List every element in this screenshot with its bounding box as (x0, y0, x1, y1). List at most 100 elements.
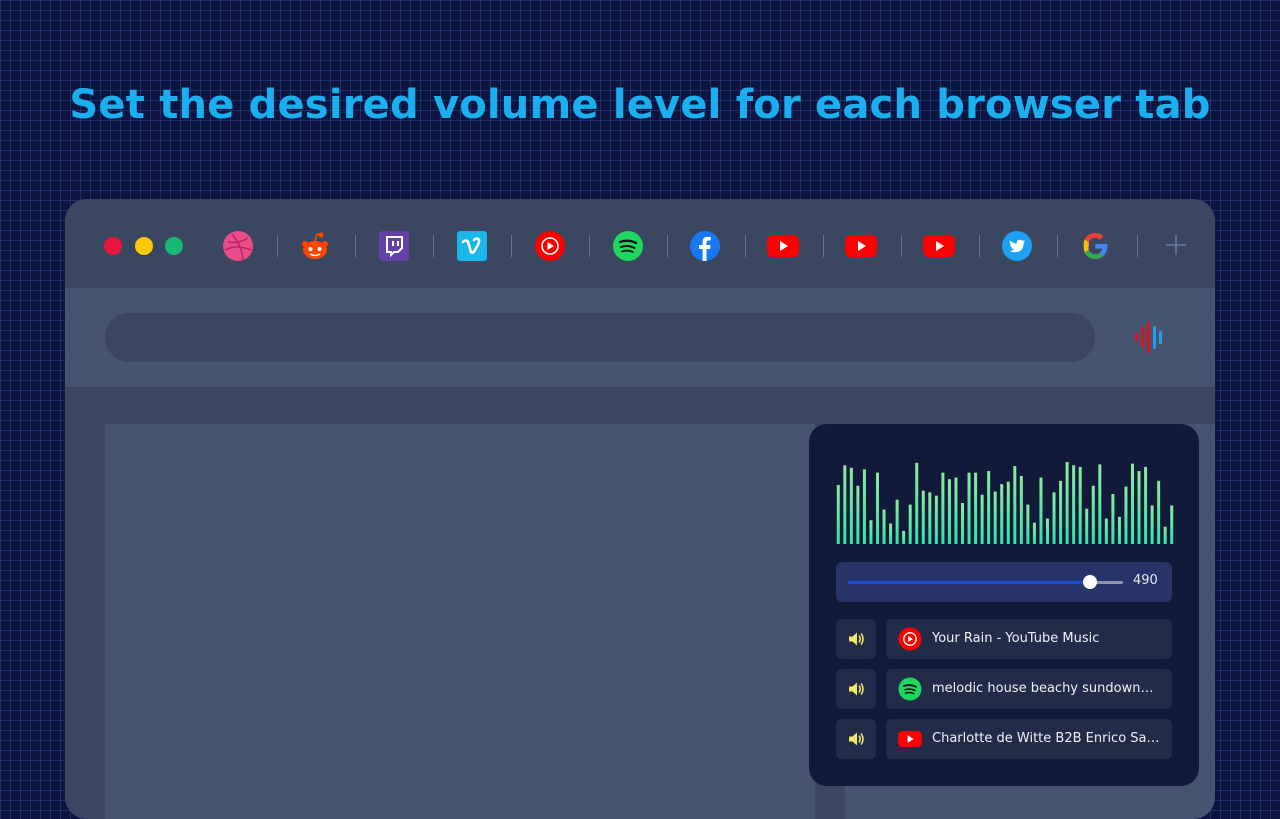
tab-separator (745, 235, 746, 257)
audible-tab-item[interactable]: Your Rain - YouTube Music (886, 619, 1172, 659)
audible-tab-row: melodic house beachy sundowner mi… (836, 669, 1172, 709)
tab-youtube-music[interactable] (534, 230, 566, 262)
visualizer-bar (1157, 480, 1161, 544)
volume-value: 490 (1133, 573, 1158, 588)
visualizer-bar (856, 485, 860, 544)
visualizer-bar (1111, 493, 1115, 544)
tab-youtube[interactable] (845, 230, 877, 262)
window-maximize-button[interactable] (165, 237, 183, 255)
visualizer-bar (843, 465, 847, 544)
tab-separator (1057, 235, 1058, 257)
visualizer-bar (1046, 518, 1049, 544)
spotify-icon (613, 231, 643, 261)
google-icon (1083, 233, 1108, 259)
visualizer-bar (954, 477, 958, 544)
tab-reddit[interactable] (299, 230, 331, 262)
volume-slider-fill (848, 581, 1090, 584)
visualizer-bar (908, 504, 912, 544)
visualizer-bar (1117, 516, 1121, 544)
audio-visualizer (835, 460, 1175, 544)
visualizer-bar (1013, 466, 1017, 544)
visualizer-bar (993, 491, 997, 544)
visualizer-bar (862, 469, 866, 544)
visualizer-bar (895, 499, 899, 544)
tab-dribbble[interactable] (222, 230, 254, 262)
volume-slider-track[interactable] (848, 575, 1123, 589)
visualizer-bar (1000, 484, 1004, 544)
youtube-icon (923, 235, 955, 257)
window-minimize-button[interactable] (135, 237, 153, 255)
tab-separator (355, 235, 356, 257)
visualizer-bar (934, 495, 938, 544)
tab-facebook[interactable] (689, 230, 721, 262)
visualizer-bar (987, 471, 991, 544)
visualizer-bar (1059, 480, 1063, 544)
facebook-icon (690, 231, 720, 261)
audible-tab-row: Charlotte de Witte B2B Enrico Sangi… (836, 719, 1172, 759)
tab-separator (667, 235, 668, 257)
visualizer-bar (889, 523, 893, 544)
visualizer-bar (967, 472, 971, 544)
audible-tab-item[interactable]: melodic house beachy sundowner mi… (886, 669, 1172, 709)
audible-tab-item[interactable]: Charlotte de Witte B2B Enrico Sangi… (886, 719, 1172, 759)
tab-twitter[interactable] (1001, 230, 1033, 262)
visualizer-bar (915, 462, 919, 544)
visualizer-bar (1026, 504, 1030, 544)
youtube-music-icon (898, 627, 922, 651)
tab-separator (1137, 235, 1138, 257)
mute-toggle-button[interactable] (836, 669, 876, 709)
volume-waveform-icon[interactable] (1133, 318, 1169, 356)
volume-slider-thumb[interactable] (1083, 575, 1097, 589)
tab-twitch[interactable] (378, 230, 410, 262)
tab-spotify[interactable] (612, 230, 644, 262)
mute-toggle-button[interactable] (836, 619, 876, 659)
visualizer-bar (928, 492, 932, 544)
speaker-icon (849, 632, 864, 646)
twitter-icon (1002, 231, 1032, 261)
visualizer-bar (1163, 526, 1167, 544)
visualizer-bar (921, 490, 925, 544)
headline: Set the desired volume level for each br… (69, 82, 1211, 128)
dribbble-icon (223, 231, 253, 261)
volume-control: 490 (836, 562, 1172, 602)
twitch-icon (379, 231, 409, 261)
visualizer-bar (1170, 505, 1174, 544)
spotify-icon (898, 677, 922, 701)
window-close-button[interactable] (104, 237, 122, 255)
tab-separator (433, 235, 434, 257)
tab-separator (511, 235, 512, 257)
address-bar-input[interactable] (105, 313, 1095, 362)
plus-icon[interactable] (1163, 232, 1189, 258)
audible-tab-title: Your Rain - YouTube Music (932, 631, 1100, 646)
visualizer-bar (980, 494, 984, 544)
visualizer-bar (1052, 492, 1056, 544)
visualizer-bar (1150, 505, 1154, 544)
tab-youtube[interactable] (767, 230, 799, 262)
visualizer-bars (836, 462, 1174, 544)
visualizer-bar (1104, 518, 1108, 544)
tab-youtube[interactable] (923, 230, 955, 262)
tab-separator (823, 235, 824, 257)
visualizer-bar (1072, 465, 1076, 544)
audible-tab-title: melodic house beachy sundowner mi… (932, 681, 1160, 696)
visualizer-bar (1065, 462, 1069, 544)
visualizer-bar (947, 479, 951, 544)
visualizer-bar (1124, 486, 1128, 544)
reddit-icon (302, 232, 328, 259)
tab-vimeo[interactable] (456, 230, 488, 262)
tab-separator (901, 235, 902, 257)
visualizer-bar (869, 520, 873, 544)
youtube-icon (845, 235, 877, 257)
visualizer-bar (1078, 466, 1082, 544)
tab-google[interactable] (1079, 230, 1111, 262)
youtube-music-icon (535, 231, 565, 261)
address-bar-area (65, 288, 1215, 387)
visualizer-bar (1098, 464, 1102, 544)
tab-separator (589, 235, 590, 257)
visualizer-bar (849, 467, 853, 544)
youtube-icon (898, 731, 922, 747)
vimeo-icon (457, 231, 487, 261)
visualizer-bar (1085, 508, 1089, 544)
mute-toggle-button[interactable] (836, 719, 876, 759)
visualizer-bar (836, 484, 840, 544)
